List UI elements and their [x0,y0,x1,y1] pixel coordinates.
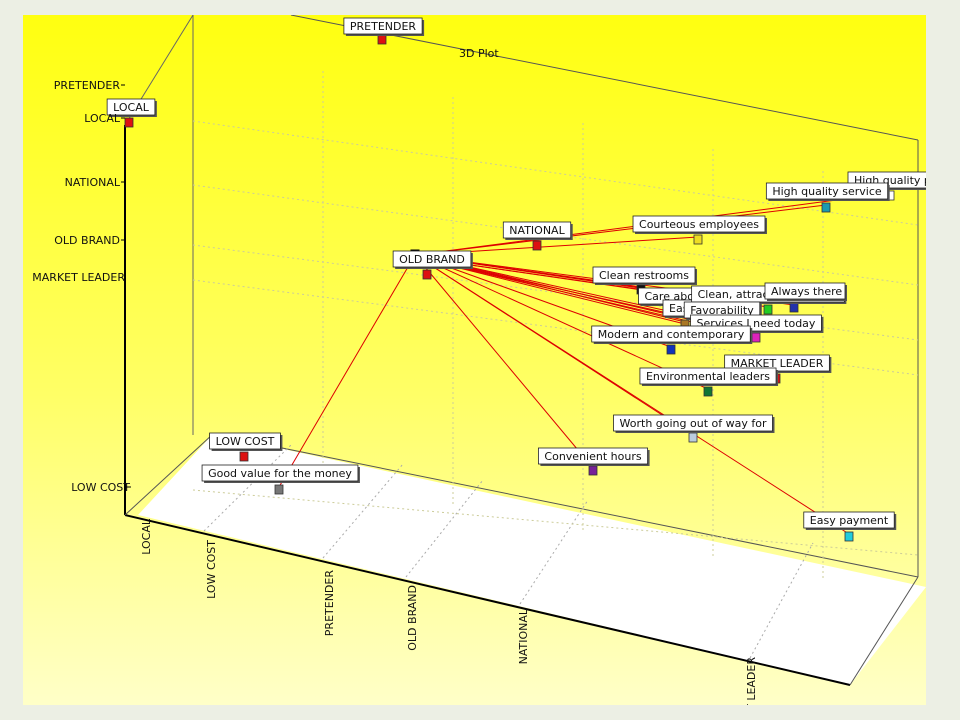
label-convenient-hours: Convenient hours [538,447,650,466]
label-low-cost: LOW COST [209,432,283,451]
label-pretender: PRETENDER [343,17,425,36]
label-high-quality-service: High quality service [765,182,890,201]
vertical-tick-pretender: PRETENDER [54,79,121,92]
floor-tick-low-cost: LOW COST [205,540,218,599]
marker-old-brand [422,269,432,280]
label-text: Environmental leaders [646,370,770,383]
label-text: OLD BRAND [399,253,465,266]
marker-convenient-hours [588,465,598,476]
label-clean-restrooms: Clean restrooms [592,266,697,285]
floor-tick-local: LOCAL [140,518,153,555]
label-text: Convenient hours [544,450,641,463]
label-modern-and-contemporary: Modern and contemporary [591,325,753,344]
label-text: LOW COST [216,435,275,448]
label-text: Easy payment [810,514,889,527]
3d-plot: PRETENDER LOCAL NATIONAL OLD BRAND MARKET LE… [23,15,926,705]
vertical-tick-national: NATIONAL [65,176,121,189]
floor-tick-national: NATIONAL [517,608,530,664]
plot-window: PRETENDER LOCAL NATIONAL OLD BRAND MARKET LE… [23,15,926,705]
label-courteous-employees: Courteous employees [632,215,767,234]
label-text: Modern and contemporary [598,328,745,341]
label-text: Worth going out of way for [620,417,767,430]
vertical-tick-market-leader: MARKET LEADER [32,271,125,284]
label-worth-going-out-of-way-for: Worth going out of way for [613,414,775,433]
label-national: NATIONAL [502,221,573,240]
label-text: PRETENDER [350,20,417,33]
marker-pretender [377,34,387,45]
marker-worth-going-out-of-way-for [688,432,698,443]
label-easy-payment: Easy payment [803,511,897,530]
label-good-value-for-the-money: Good value for the money [201,464,360,483]
label-old-brand: OLD BRAND [392,250,473,269]
marker-low-cost [239,451,249,462]
label-text: NATIONAL [509,224,565,237]
marker-good-value-for-the-money [274,484,284,495]
marker-easy-payment [844,531,854,542]
marker-modern-and-contemporary [666,344,676,355]
marker-local [124,117,134,128]
marker-always-there [789,302,799,313]
marker-courteous-employees [693,234,703,245]
marker-national [532,240,542,251]
label-environmental-leaders: Environmental leaders [639,367,779,386]
floor-tick-pretender: PRETENDER [323,570,336,637]
label-text: Good value for the money [208,467,352,480]
label-text: Courteous employees [639,218,759,231]
floor-tick-old-brand: OLD BRAND [406,585,419,651]
label-text: Always there [771,285,842,298]
floor-tick-market-leader: MARKET LEADER [745,657,758,705]
label-text: High quality service [772,185,882,198]
chart-title: 3D Plot [459,47,499,60]
marker-high-quality-service [821,202,831,213]
marker-services-i-need-today [751,332,761,343]
marker-clean-attractive-facilities [763,304,773,315]
label-always-there: Always there [764,282,847,301]
vertical-tick-low-cost: LOW COST [71,481,130,494]
vertical-tick-old-brand: OLD BRAND [54,234,120,247]
marker-environmental-leaders [703,386,713,397]
vertical-tick-local: LOCAL [84,112,121,125]
label-text: Clean restrooms [599,269,689,282]
